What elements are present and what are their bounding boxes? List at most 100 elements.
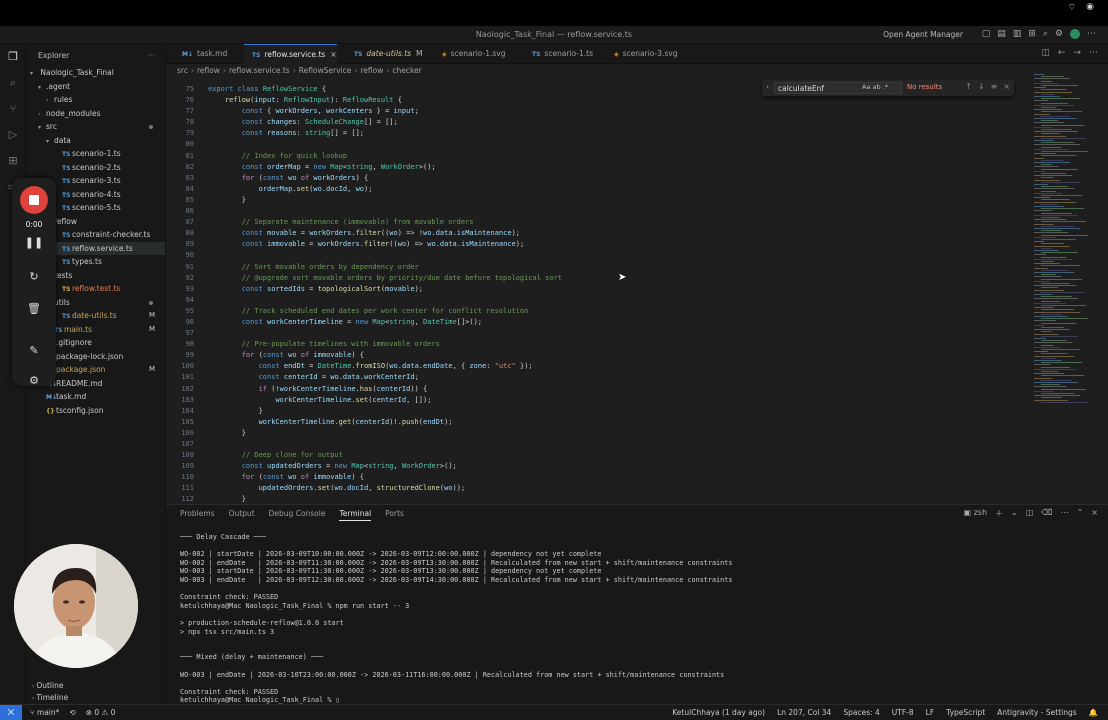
folder-item[interactable]: ▾ data xyxy=(26,134,165,148)
customize-layout-icon[interactable]: ⊞ xyxy=(1028,29,1036,39)
source-control-icon[interactable]: ⑂ xyxy=(0,96,26,122)
minimap-line xyxy=(1041,283,1070,284)
next-match-icon[interactable]: ↓ xyxy=(978,82,985,91)
outline-section[interactable]: › Outline xyxy=(26,680,166,692)
more-actions-icon[interactable]: ⋯ xyxy=(1089,48,1098,58)
draw-pen-icon[interactable]: ✎ xyxy=(12,344,56,357)
settings-gear-icon[interactable]: ⚙ xyxy=(1055,29,1063,39)
tree-item-label: package-lock.json xyxy=(56,351,124,361)
git-blame[interactable]: KetulChhaya (1 day ago) xyxy=(672,708,765,717)
toggle-secondary-sidebar-icon[interactable]: ▥ xyxy=(1013,29,1022,39)
search-icon[interactable]: ⌕ xyxy=(1043,29,1048,39)
settings-icon[interactable]: ⚙ xyxy=(12,374,56,387)
problems-count[interactable]: ⊗ 0 ⚠ 0 xyxy=(86,708,116,717)
more-icon[interactable]: ⋯ xyxy=(1087,29,1096,39)
split-terminal-icon[interactable]: ◫ xyxy=(1026,508,1034,519)
run-debug-icon[interactable]: ▷ xyxy=(0,122,26,148)
breadcrumb-item[interactable]: checker xyxy=(392,66,421,75)
more-icon[interactable]: ⋯ xyxy=(1061,508,1069,519)
minimap-line xyxy=(1034,214,1078,216)
breadcrumb-item[interactable]: reflow xyxy=(197,66,220,75)
terminal-shell-label[interactable]: ▣ zsh xyxy=(963,508,987,519)
editor-group: M↓ task.md TS reflow.service.ts × TS date-util… xyxy=(166,44,1108,504)
folder-item[interactable]: ▾ .agent xyxy=(26,80,165,94)
folder-item[interactable]: ▾ src xyxy=(26,120,165,134)
file-item[interactable]: M↓task.md xyxy=(26,390,165,404)
code-editor[interactable]: 75 export class ReflowService {76 reflow(… xyxy=(166,84,1026,504)
close-icon[interactable]: × xyxy=(1003,82,1010,91)
go-forward-icon[interactable]: → xyxy=(1073,48,1081,58)
open-agent-manager-button[interactable]: Open Agent Manager xyxy=(883,30,963,39)
explorer-more-button[interactable]: ··· xyxy=(148,44,155,68)
terminal-line: WO-002 | endDate | 2026-03-09T11:30:00.0… xyxy=(180,558,733,567)
search-view-icon[interactable]: ⌕ xyxy=(0,70,26,96)
explorer-icon[interactable]: ❐ xyxy=(0,44,26,70)
toggle-panel-icon[interactable]: ▤ xyxy=(997,29,1006,39)
previous-match-icon[interactable]: ↑ xyxy=(965,82,972,91)
tab-scenario-1-svg[interactable]: ◈ scenario-1.svg xyxy=(434,44,505,64)
panel-tab-ports[interactable]: Ports xyxy=(385,509,404,521)
kill-terminal-icon[interactable]: ⌫ xyxy=(1041,508,1052,519)
panel-tab-terminal[interactable]: Terminal xyxy=(339,509,372,521)
terminal-output[interactable]: ─── Delay Cascade ─── WO-002 | startDate … xyxy=(180,533,1100,705)
toggle-replace-icon[interactable]: › xyxy=(766,83,769,91)
remote-indicator-icon[interactable]: ⨉ xyxy=(0,705,22,720)
sync-icon[interactable]: ⟲ xyxy=(69,708,75,717)
explorer-root[interactable]: ▾ Naologic_Task_Final xyxy=(26,66,165,80)
panel-tab-output[interactable]: Output xyxy=(229,509,255,521)
folder-item[interactable]: › rules xyxy=(26,93,165,107)
maximize-panel-icon[interactable]: ⌃ xyxy=(1077,508,1084,519)
folder-item[interactable]: › node_modules xyxy=(26,107,165,121)
account-avatar[interactable] xyxy=(1070,29,1080,39)
chevron-down-icon[interactable]: ⌄ xyxy=(1011,508,1018,519)
breadcrumb-item[interactable]: src xyxy=(177,66,188,75)
close-icon[interactable]: × xyxy=(1091,508,1098,519)
split-editor-icon[interactable]: ◫ xyxy=(1041,48,1050,58)
trash-icon[interactable]: 🗑 xyxy=(12,302,56,315)
encoding[interactable]: UTF-8 xyxy=(892,708,914,717)
find-in-selection-icon[interactable]: ≡ xyxy=(991,82,998,91)
code-line: 106 } xyxy=(166,428,1026,439)
language-mode[interactable]: TypeScript xyxy=(946,708,985,717)
file-item[interactable]: TS scenario-1.ts xyxy=(26,147,165,161)
minimap-line xyxy=(1041,155,1076,157)
timeline-section[interactable]: › Timeline xyxy=(26,692,166,704)
minimap-line xyxy=(1034,307,1054,309)
tree-item-label: src xyxy=(46,122,57,131)
tab-scenario-1-ts[interactable]: TS scenario-1.ts xyxy=(524,44,593,64)
tab-reflow-service-ts[interactable]: TS reflow.service.ts × xyxy=(244,44,337,64)
toggle-sidebar-icon[interactable]: ▢ xyxy=(982,29,991,39)
find-options[interactable]: Aa ab .* xyxy=(862,83,888,91)
indentation[interactable]: Spaces: 4 xyxy=(843,708,879,717)
code-line: 76 reflow(input: ReflowInput): ReflowRes… xyxy=(166,95,1026,106)
pause-icon[interactable]: ❚❚ xyxy=(12,236,56,249)
minimap[interactable] xyxy=(1028,74,1108,404)
notifications-bell-icon[interactable]: 🔔 xyxy=(1089,708,1098,717)
branch-indicator[interactable]: ⑂ main* xyxy=(30,708,59,717)
minimap-line xyxy=(1041,190,1056,192)
end-of-line[interactable]: LF xyxy=(926,708,935,717)
tab-task-md[interactable]: M↓ task.md xyxy=(174,44,227,64)
panel-tab-problems[interactable]: Problems xyxy=(180,509,215,521)
close-icon[interactable]: × xyxy=(330,50,336,59)
breadcrumb-item[interactable]: ReflowService xyxy=(299,66,352,75)
wifi-icon[interactable]: ⌔ xyxy=(1068,2,1076,13)
go-back-icon[interactable]: ← xyxy=(1058,48,1066,58)
control-center-icon[interactable]: ◉ xyxy=(1086,2,1094,13)
cursor-position[interactable]: Ln 207, Col 34 xyxy=(777,708,831,717)
tab-scenario-3-svg[interactable]: ◈ scenario-3.svg xyxy=(606,44,677,64)
breadcrumb-item[interactable]: reflow.service.ts xyxy=(229,66,290,75)
file-item[interactable]: {}tsconfig.json xyxy=(26,404,165,418)
settings-status[interactable]: Antigravity - Settings xyxy=(997,708,1077,717)
new-terminal-icon[interactable]: ＋ xyxy=(995,508,1003,519)
breadcrumb-item[interactable]: reflow xyxy=(360,66,383,75)
extensions-icon[interactable]: ⊞ xyxy=(0,148,26,174)
code-line: 77 const { workOrders, workCenters } = i… xyxy=(166,106,1026,117)
tab-label: date-utils.ts xyxy=(366,49,412,58)
file-item[interactable]: TS scenario-2.ts xyxy=(26,161,165,175)
restart-icon[interactable]: ↻ xyxy=(12,270,56,283)
panel-tab-debug-console[interactable]: Debug Console xyxy=(269,509,326,521)
tab-date-utils-ts[interactable]: TS date-utils.ts M xyxy=(346,44,423,64)
stop-recording-button[interactable] xyxy=(20,186,48,214)
root-folder-label: Naologic_Task_Final xyxy=(40,68,114,77)
